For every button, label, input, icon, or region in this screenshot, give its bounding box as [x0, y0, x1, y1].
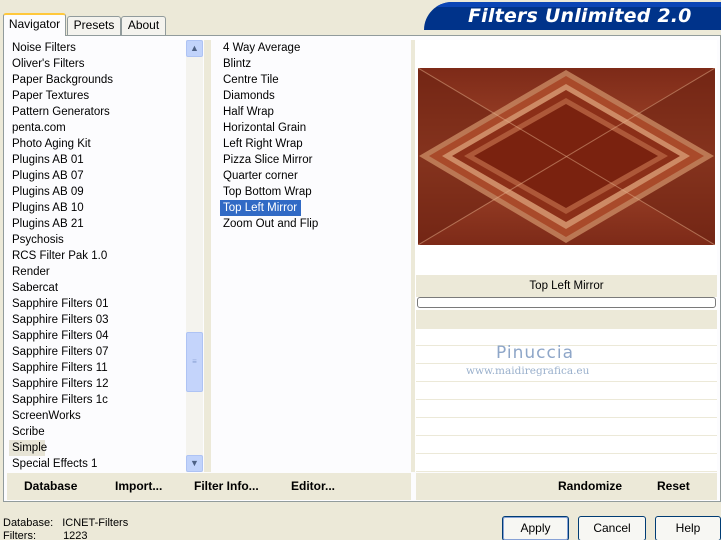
category-item[interactable]: Paper Textures [9, 88, 184, 104]
category-scrollbar[interactable]: ▲ ≡ ▼ [186, 40, 203, 472]
category-item[interactable]: Sapphire Filters 04 [9, 328, 184, 344]
tab-presets[interactable]: Presets [67, 16, 121, 35]
category-item[interactable]: Sapphire Filters 07 [9, 344, 184, 360]
category-item[interactable]: Sapphire Filters 1c [9, 392, 184, 408]
tab-navigator[interactable]: Navigator [3, 13, 66, 36]
category-item[interactable]: ScreenWorks [9, 408, 184, 424]
scroll-thumb[interactable]: ≡ [186, 332, 203, 392]
filter-item[interactable]: Left Right Wrap [220, 136, 410, 152]
category-item[interactable]: Pattern Generators [9, 104, 184, 120]
filters-count: 1223 [63, 530, 88, 540]
filter-row: Horizontal Grain [220, 120, 410, 136]
filter-item[interactable]: Half Wrap [220, 104, 410, 120]
filter-row: Quarter corner [220, 168, 410, 184]
database-label: Database: [3, 517, 54, 529]
editor-button[interactable]: Editor... [291, 479, 335, 493]
watermark-name: Pinuccia [496, 343, 574, 363]
filter-item[interactable]: Quarter corner [220, 168, 410, 184]
category-item[interactable]: penta.com [9, 120, 184, 136]
scroll-up-icon[interactable]: ▲ [186, 40, 203, 57]
category-item[interactable]: Special Effects 1 [9, 456, 184, 472]
category-item[interactable]: Plugins AB 09 [9, 184, 184, 200]
preview-filter-label: Top Left Mirror [416, 275, 717, 297]
category-item[interactable]: Simple [9, 440, 47, 456]
category-item[interactable]: Sapphire Filters 03 [9, 312, 184, 328]
divider [204, 40, 211, 472]
filter-row: Top Left Mirror [220, 200, 410, 216]
category-item[interactable]: Plugins AB 10 [9, 200, 184, 216]
import-button[interactable]: Import... [115, 479, 162, 493]
filter-row: Centre Tile [220, 72, 410, 88]
watermark-url: www.maidiregrafica.eu [466, 365, 590, 377]
category-item[interactable]: Sapphire Filters 12 [9, 376, 184, 392]
category-item[interactable]: Oliver's Filters [9, 56, 184, 72]
param-row [416, 383, 717, 400]
filter-row: Top Bottom Wrap [220, 184, 410, 200]
filter-row: Pizza Slice Mirror [220, 152, 410, 168]
scroll-down-icon[interactable]: ▼ [186, 455, 203, 472]
category-item[interactable]: Noise Filters [9, 40, 184, 56]
category-item[interactable]: Photo Aging Kit [9, 136, 184, 152]
filter-row: Left Right Wrap [220, 136, 410, 152]
category-item[interactable]: Plugins AB 07 [9, 168, 184, 184]
filters-label: Filters: [3, 530, 36, 540]
filter-item[interactable]: 4 Way Average [220, 40, 410, 56]
apply-button[interactable]: Apply [502, 516, 569, 540]
param-row [416, 437, 717, 454]
database-button[interactable]: Database [24, 479, 77, 493]
category-item[interactable]: Plugins AB 21 [9, 216, 184, 232]
category-item[interactable]: RCS Filter Pak 1.0 [9, 248, 184, 264]
filter-row: Diamonds [220, 88, 410, 104]
category-item[interactable]: Paper Backgrounds [9, 72, 184, 88]
preview-image [418, 68, 715, 245]
cancel-button[interactable]: Cancel [578, 516, 646, 540]
database-status: Database: ICNET-Filters [3, 517, 128, 529]
param-row [416, 401, 717, 418]
category-item[interactable]: Scribe [9, 424, 184, 440]
param-row [416, 455, 717, 472]
param-header [416, 310, 717, 329]
filter-item[interactable]: Top Bottom Wrap [220, 184, 410, 200]
reset-button[interactable]: Reset [657, 479, 690, 493]
help-button[interactable]: Help [655, 516, 721, 540]
filter-item[interactable]: Pizza Slice Mirror [220, 152, 410, 168]
category-item[interactable]: Sabercat [9, 280, 184, 296]
progress-bar [417, 297, 716, 308]
filter-item[interactable]: Zoom Out and Flip [220, 216, 410, 232]
category-item[interactable]: Plugins AB 01 [9, 152, 184, 168]
category-list[interactable]: Noise Filters Oliver's Filters Paper Backg… [9, 40, 184, 472]
filter-item[interactable]: Blintz [220, 56, 410, 72]
app-title: Filters Unlimited 2.0 [468, 5, 692, 27]
param-row [416, 419, 717, 436]
filter-row: 4 Way Average [220, 40, 410, 56]
filter-item[interactable]: Top Left Mirror [220, 200, 302, 216]
category-item[interactable]: Psychosis [9, 232, 184, 248]
filter-item[interactable]: Centre Tile [220, 72, 410, 88]
filter-row: Half Wrap [220, 104, 410, 120]
category-item[interactable]: Sapphire Filters 11 [9, 360, 184, 376]
category-item[interactable]: Render [9, 264, 184, 280]
filters-status: Filters: 1223 [3, 530, 88, 540]
filter-row: Zoom Out and Flip [220, 216, 410, 232]
filter-list[interactable]: 4 Way Average Blintz Centre Tile Diamonds Ha… [220, 40, 410, 472]
database-value: ICNET-Filters [62, 517, 129, 529]
filter-row: Blintz [220, 56, 410, 72]
app-banner: Filters Unlimited 2.0 [424, 2, 721, 30]
filter-info-button[interactable]: Filter Info... [194, 479, 259, 493]
tab-about[interactable]: About [121, 16, 166, 35]
filter-item[interactable]: Diamonds [220, 88, 410, 104]
randomize-button[interactable]: Randomize [558, 479, 622, 493]
category-item[interactable]: Sapphire Filters 01 [9, 296, 184, 312]
filter-item[interactable]: Horizontal Grain [220, 120, 410, 136]
